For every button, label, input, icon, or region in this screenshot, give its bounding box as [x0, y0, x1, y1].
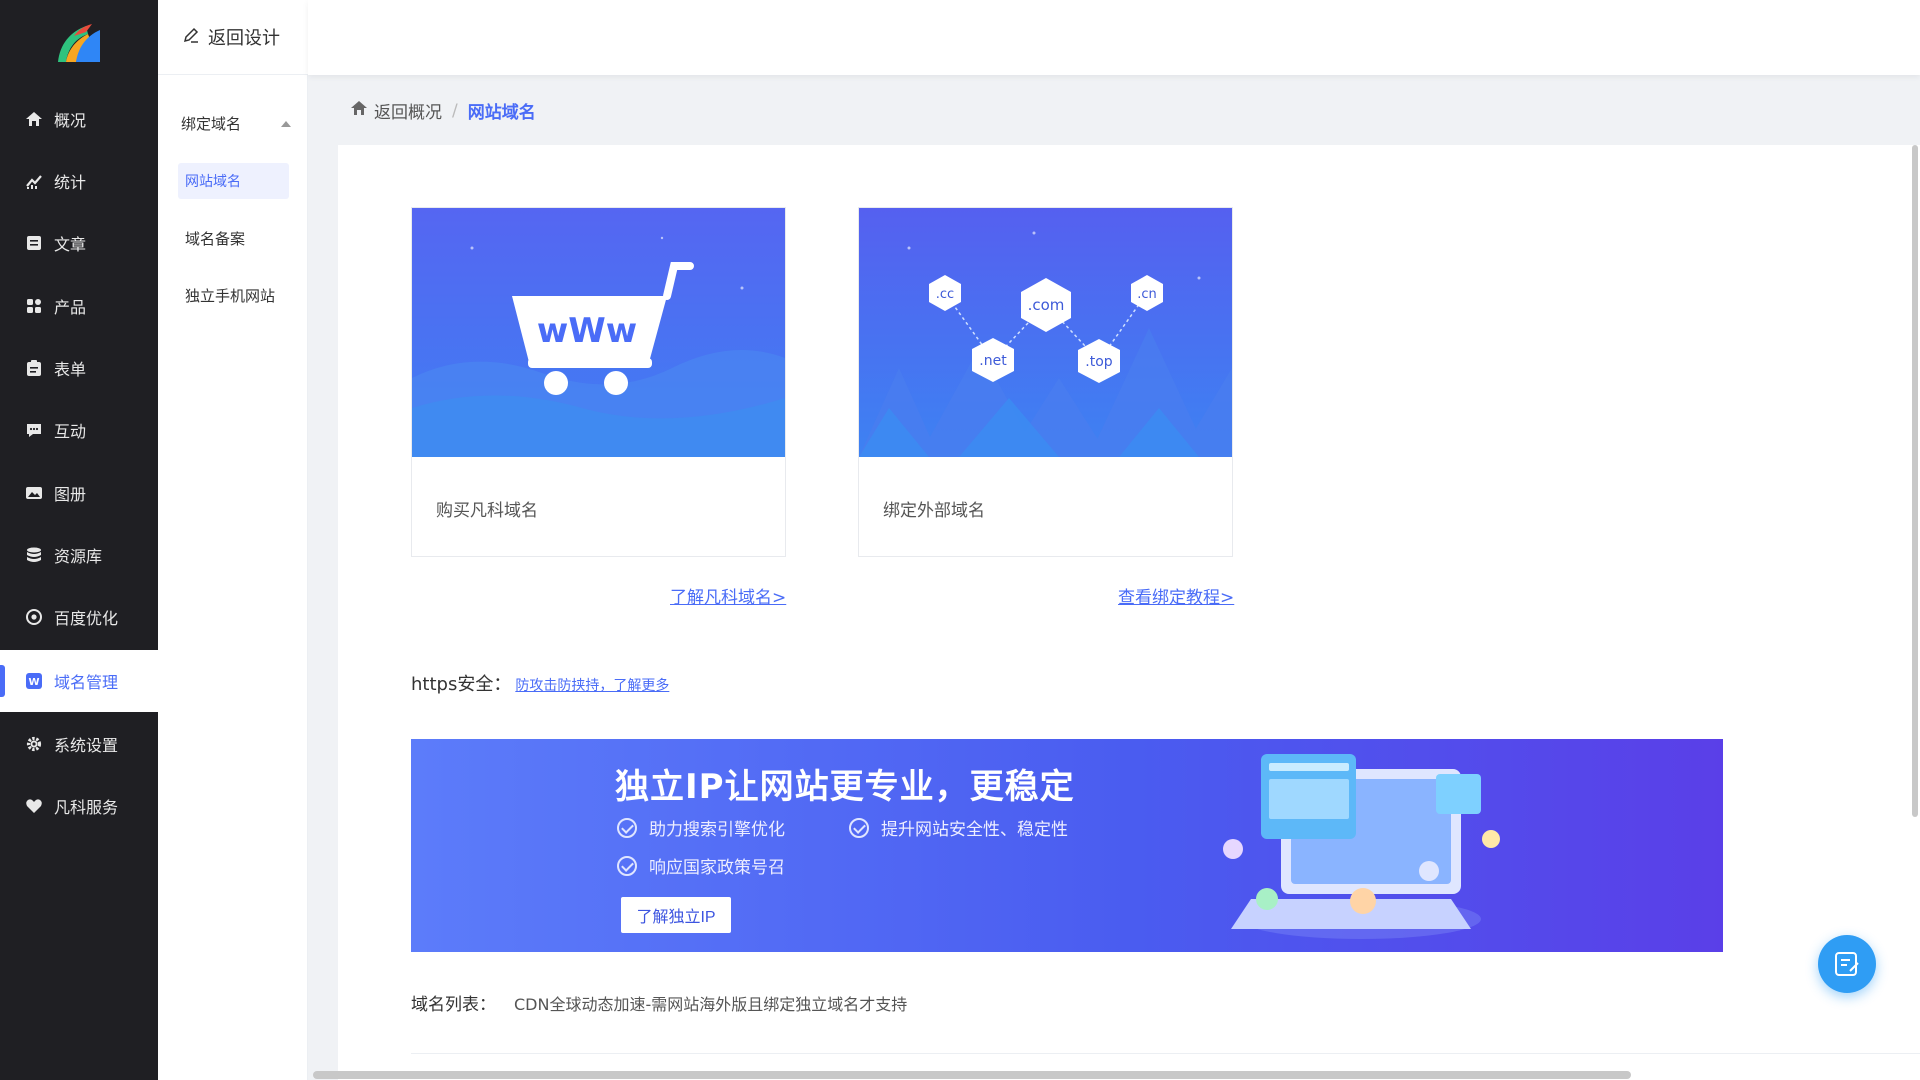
sidebar-item-service[interactable]: 凡科服务	[0, 780, 158, 832]
chat-icon	[24, 420, 44, 440]
sidebar-item-seo[interactable]: 百度优化	[0, 591, 158, 643]
sidebar-item-label: 表单	[54, 360, 87, 379]
back-to-design-label: 返回设计	[208, 28, 280, 49]
sub-item-site-domain[interactable]: 网站域名	[178, 163, 289, 199]
tld-cc: .cc	[936, 287, 954, 302]
check-circle-icon	[617, 855, 637, 876]
home-icon	[350, 99, 368, 122]
sidebar-item-interaction[interactable]: 互动	[0, 404, 158, 456]
breadcrumb-back-link[interactable]: 返回概况	[374, 98, 442, 123]
sidebar-item-gallery[interactable]: 图册	[0, 467, 158, 519]
caret-up-icon	[281, 120, 291, 127]
check-circle-icon	[849, 817, 869, 838]
sidebar-item-overview[interactable]: 概况	[0, 93, 158, 145]
tld-top: .top	[1085, 354, 1113, 370]
domain-list-header: 域名列表： CDN全球动态加速-需网站海外版且绑定独立域名才支持	[411, 990, 908, 1016]
sidebar-item-label: 产品	[54, 298, 87, 317]
clipboard-icon	[24, 358, 44, 378]
grid-icon	[24, 296, 44, 316]
tld-com: .com	[1028, 296, 1065, 314]
domain-list-note: CDN全球动态加速-需网站海外版且绑定独立域名才支持	[514, 994, 908, 1014]
https-security-row: https安全： 防攻击防挟持，了解更多	[411, 670, 669, 696]
sidebar-item-products[interactable]: 产品	[0, 280, 158, 332]
breadcrumb: 返回概况 / 网站域名	[350, 98, 536, 123]
sub-sidebar	[158, 0, 308, 1080]
gear-icon	[24, 734, 44, 754]
banner-feature: 响应国家政策号召	[617, 853, 785, 878]
note-edit-icon	[1835, 952, 1859, 976]
vertical-scrollbar[interactable]	[1912, 145, 1918, 817]
home-icon	[24, 109, 44, 129]
sub-item-label: 域名备案	[185, 229, 246, 248]
sidebar-item-resources[interactable]: 资源库	[0, 529, 158, 581]
sidebar-item-label: 统计	[54, 173, 87, 192]
https-learn-more-link[interactable]: 防攻击防挟持，了解更多	[515, 675, 669, 695]
sidebar-item-label: 凡科服务	[54, 798, 119, 817]
buy-domain-card[interactable]: wWw 购买凡科域名	[411, 207, 786, 557]
edit-icon	[182, 26, 200, 49]
sidebar-item-label: 概况	[54, 111, 87, 130]
target-icon	[24, 607, 44, 627]
sidebar-item-label: 资源库	[54, 547, 103, 566]
bind-external-domain-label: 绑定外部域名	[883, 501, 985, 521]
sidebar-item-label: 系统设置	[54, 736, 119, 755]
check-circle-icon	[617, 817, 637, 838]
laptop-illustration	[1223, 754, 1500, 939]
sub-item-label: 网站域名	[185, 174, 241, 190]
cart-illustration: wWw	[412, 208, 785, 457]
database-icon	[24, 545, 44, 565]
svg-text:W: W	[28, 677, 39, 688]
tld-cn: .cn	[1137, 287, 1157, 302]
domain-list-label: 域名列表：	[411, 995, 496, 1015]
banner-feature-text: 响应国家政策号召	[649, 858, 785, 878]
sub-item-mobile-site[interactable]: 独立手机网站	[178, 277, 289, 313]
w-icon: W	[24, 671, 44, 691]
chart-icon	[24, 171, 44, 191]
sidebar-item-label: 图册	[54, 485, 87, 504]
buy-domain-label: 购买凡科域名	[436, 501, 538, 521]
banner-feature-text: 助力搜索引擎优化	[649, 820, 785, 840]
breadcrumb-separator: /	[452, 100, 458, 121]
divider	[411, 1053, 1920, 1054]
banner-feature: 提升网站安全性、稳定性	[849, 815, 1068, 840]
tld-network-illustration: .cc .com .cn .net .top	[859, 208, 1232, 457]
sidebar-item-domain[interactable]: W 域名管理	[0, 655, 158, 707]
sub-group-bind-domain[interactable]: 绑定域名	[181, 113, 291, 134]
https-label: https安全：	[411, 674, 512, 695]
sidebar-item-articles[interactable]: 文章	[0, 217, 158, 269]
brand-logo[interactable]	[52, 14, 108, 70]
back-to-design-button[interactable]: 返回设计	[158, 0, 308, 75]
learn-dedicated-ip-button[interactable]: 了解独立IP	[621, 897, 731, 933]
banner-title: 独立IP让网站更专业，更稳定	[615, 767, 1075, 807]
sidebar-item-label: 文章	[54, 235, 87, 254]
view-bind-tutorial-link[interactable]: 查看绑定教程>	[1118, 583, 1234, 608]
sidebar-item-label: 互动	[54, 422, 87, 441]
sub-group-label: 绑定域名	[181, 115, 242, 133]
www-art-text: wWw	[537, 311, 637, 351]
banner-feature: 助力搜索引擎优化	[617, 815, 785, 840]
top-header	[308, 0, 1920, 75]
sidebar-item-settings[interactable]: 系统设置	[0, 718, 158, 770]
sidebar-item-forms[interactable]: 表单	[0, 342, 158, 394]
breadcrumb-current: 网站域名	[467, 103, 536, 123]
sidebar-item-label: 百度优化	[54, 609, 119, 628]
sub-item-label: 独立手机网站	[185, 286, 276, 305]
article-icon	[24, 233, 44, 253]
sub-item-domain-icp[interactable]: 域名备案	[178, 220, 289, 256]
bind-external-domain-card[interactable]: .cc .com .cn .net .top 绑定外部域名	[858, 207, 1233, 557]
horizontal-scrollbar[interactable]	[313, 1071, 1631, 1079]
feedback-fab-button[interactable]	[1818, 935, 1876, 993]
heart-icon	[24, 796, 44, 816]
sidebar-item-stats[interactable]: 统计	[0, 155, 158, 207]
banner-feature-text: 提升网站安全性、稳定性	[881, 820, 1068, 840]
dedicated-ip-banner[interactable]: 独立IP让网站更专业，更稳定 助力搜索引擎优化 提升网站安全性、稳定性 响应国家…	[411, 739, 1723, 952]
learn-domain-link[interactable]: 了解凡科域名>	[670, 583, 786, 608]
tld-net: .net	[979, 353, 1007, 369]
sidebar-item-label: 域名管理	[54, 673, 119, 692]
image-icon	[24, 483, 44, 503]
